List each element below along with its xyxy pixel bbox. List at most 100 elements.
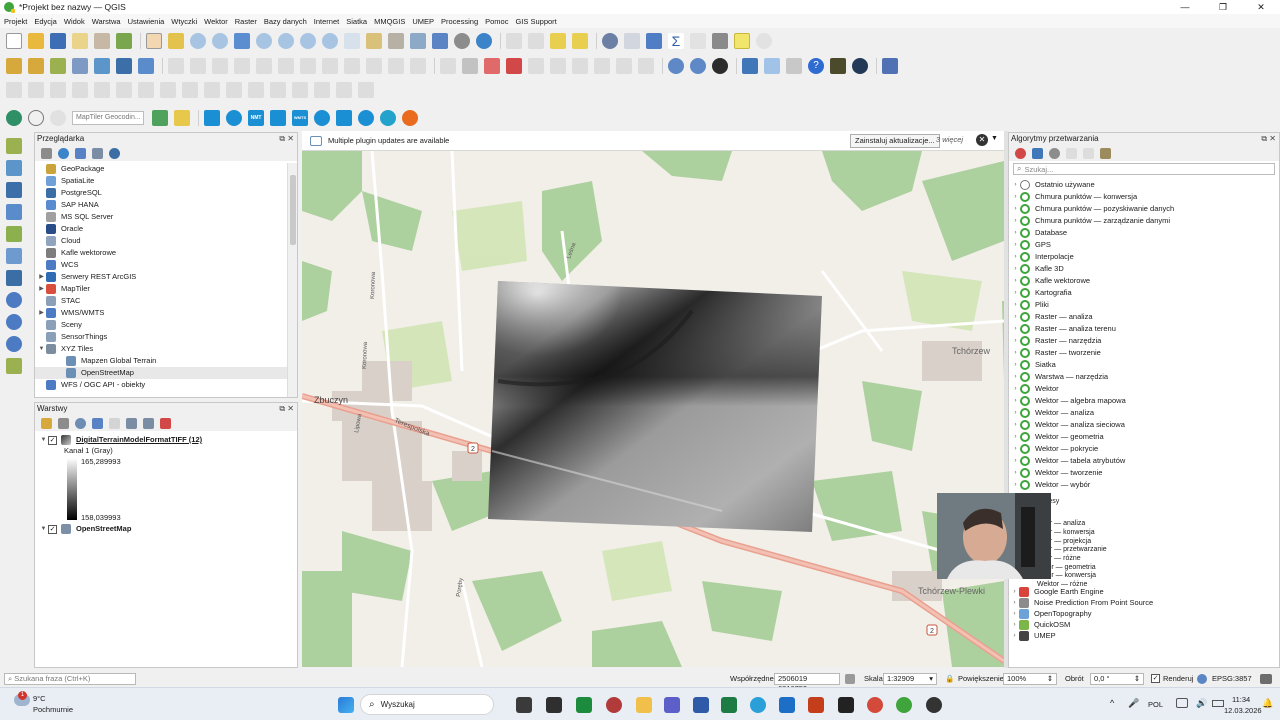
app-dark-icon[interactable] [546,697,562,713]
rotate-point-icon[interactable] [336,82,352,98]
plugin-map-icon[interactable] [830,57,846,74]
processing-provider-item[interactable]: › GPS [1009,239,1279,251]
expand-all-icon[interactable] [126,417,137,429]
maptiler-geocoder-input[interactable]: MapTiler Geocodin... [72,111,144,125]
save-edits-icon[interactable] [190,57,206,74]
save-project-icon[interactable] [50,32,66,49]
browser-item[interactable]: Kafle wektorowe [35,247,287,259]
warning-plugin-icon[interactable] [402,110,418,126]
lock-scale-icon[interactable]: 🔒 [945,674,954,683]
chevron-right-icon[interactable]: › [1011,395,1020,407]
microphone-icon[interactable]: 🎤 [1128,698,1139,709]
message-menu-arrow-icon[interactable]: ▼ [991,135,998,142]
processing-provider-item[interactable]: › Google Earth Engine [1008,586,1280,597]
plugin-window-icon[interactable] [882,57,898,74]
redo-icon[interactable] [410,57,426,74]
add-mesh-icon[interactable] [6,182,22,198]
chevron-right-icon[interactable]: › [1011,359,1020,371]
layer-osm[interactable]: ▼ ✓ OpenStreetMap [39,523,293,535]
processing-search-input[interactable]: Szukaj... [1024,165,1053,174]
paste-feature-icon[interactable] [366,57,382,74]
processing-provider-item[interactable]: › Noise Prediction From Point Source [1008,597,1280,608]
collapse-layers-icon[interactable] [143,417,154,429]
browser-refresh-icon[interactable] [58,147,69,159]
processing-provider-item[interactable]: › OpenTopography [1008,608,1280,619]
new-3d-view-icon[interactable] [388,32,404,49]
advanced-digitize-icon[interactable] [6,82,22,98]
target-plugin-icon[interactable] [226,110,242,126]
menu-gis-support[interactable]: GIS Support [515,17,556,26]
processing-provider-item[interactable]: › Raster — tworzenie [1009,347,1279,359]
menu-umep[interactable]: UMEP [412,17,434,26]
processing-partial-label[interactable]: er — analiza [1046,520,1085,527]
processing-provider-item[interactable]: › Kafle 3D [1009,263,1279,275]
excel-icon[interactable] [576,697,592,713]
add-raster-icon[interactable] [94,57,110,74]
processing-partial-label[interactable]: er — konwersja [1046,529,1095,536]
add-postgis-icon[interactable] [6,270,22,286]
crs-label[interactable]: EPSG:3857 [1212,674,1252,683]
chevron-right-icon[interactable]: › [1011,203,1020,215]
scale-combobox[interactable]: 1:32909 ▾ [883,672,937,685]
statistics-sigma-icon[interactable]: Σ [668,32,684,49]
app-red-icon[interactable] [606,697,622,713]
plugin-gps-icon[interactable] [6,110,22,126]
close-window-button[interactable]: ✕ [1242,0,1280,14]
chevron-right-icon[interactable]: › [1011,467,1020,479]
chevron-right-icon[interactable]: › [1011,179,1020,191]
browser-item[interactable]: WFS / OGC API - obiekty [35,379,287,391]
map-svg[interactable]: 2 2 Zbuczyn Tchórzew Tchórzew-Plewki Ter… [302,151,1004,667]
weather-plugin-icon[interactable] [28,110,44,126]
browser-item[interactable]: ▶ MapTiler [35,283,287,295]
delete-ring-icon[interactable] [160,82,176,98]
chevron-right-icon[interactable]: › [1011,479,1020,491]
chevron-right-icon[interactable]: › [1011,383,1020,395]
processing-provider-item[interactable]: › Kafle wektorowe [1009,275,1279,287]
label-toolbar-icon[interactable] [484,57,500,74]
split-features-icon[interactable] [248,82,264,98]
processing-provider-item[interactable]: › Raster — narzędzia [1009,335,1279,347]
menu-wektor[interactable]: Wektor [204,17,228,26]
vertex-tool-icon[interactable] [256,57,272,74]
processing-provider-item[interactable]: › Wektor — wybór [1009,479,1279,491]
history-icon[interactable] [1049,147,1060,159]
processing-provider-item[interactable]: › Wektor — geometria [1009,431,1279,443]
add-wms-icon[interactable] [116,57,132,74]
browser-item[interactable]: Cloud [35,235,287,247]
show-hide-labels-icon[interactable] [572,57,588,74]
install-updates-button[interactable]: Zainstaluj aktualizacje... [850,134,940,148]
magnifier-field[interactable]: 100% ⇕ [1003,672,1057,685]
pan-to-selection-icon[interactable] [168,32,184,49]
zoom-native-icon[interactable] [300,32,316,49]
globe-plugin-icon[interactable] [852,57,868,74]
results-viewer-icon[interactable] [1066,147,1077,159]
browser-item[interactable]: OpenStreetMap [35,367,287,379]
digitize-icon[interactable] [212,57,228,74]
rotate-feature-icon[interactable] [50,82,66,98]
chevron-right-icon[interactable]: › [1011,335,1020,347]
download-plugin-icon[interactable] [336,110,352,126]
add-wcs-layer-icon[interactable] [6,314,22,330]
filter-legend-icon[interactable] [92,417,103,429]
processing-panel-controls[interactable]: ⧉ ✕ [1261,133,1279,145]
identify-features-icon[interactable] [602,32,618,49]
undo-icon[interactable] [388,57,404,74]
new-print-layout-icon[interactable] [72,32,88,49]
new-map-view-icon[interactable] [366,32,382,49]
simplify-icon[interactable] [72,82,88,98]
menu-raster[interactable]: Raster [235,17,257,26]
chevron-right-icon[interactable]: ▶ [37,271,46,283]
magic-wand-icon[interactable] [174,110,190,126]
add-selected-icon[interactable] [41,147,52,159]
crs-globe-icon[interactable] [1197,673,1207,684]
split-parts-icon[interactable] [270,82,286,98]
chevron-right-icon[interactable]: › [1011,431,1020,443]
pin-diagram-icon[interactable] [616,57,632,74]
wmts-plugin-icon[interactable]: WMTS [292,110,308,126]
processing-provider-item[interactable]: › Wektor — tworzenie [1009,467,1279,479]
browser-item[interactable]: PostgreSQL [35,187,287,199]
change-label-icon[interactable] [550,57,566,74]
browser-item[interactable]: SpatiaLite [35,175,287,187]
properties-info-icon[interactable] [109,147,120,159]
locator-search[interactable]: ⌕ Szukana fraza (Ctrl+K) [4,672,136,685]
